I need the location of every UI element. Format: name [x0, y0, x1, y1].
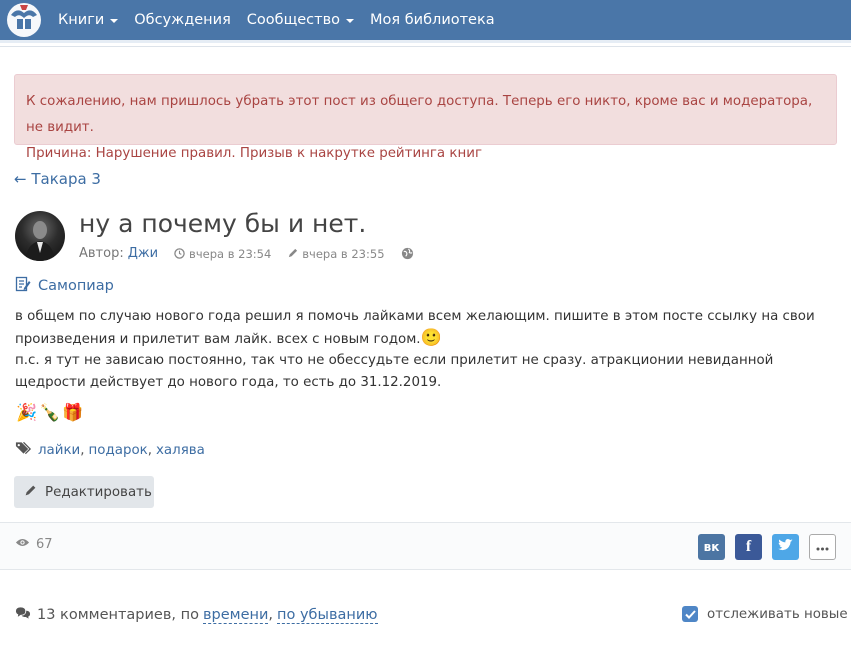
caret-down-icon	[110, 19, 119, 23]
eye-icon	[15, 537, 30, 552]
pencil-icon	[24, 484, 37, 501]
follow-label: отслеживать новые	[707, 606, 848, 622]
champagne-emoji: 🍾	[39, 403, 61, 423]
share-more-button[interactable]	[809, 534, 836, 560]
sort-order-link[interactable]: по убыванию	[277, 607, 378, 624]
more-icon	[816, 539, 829, 555]
post-footer: 67 вк f	[0, 522, 851, 570]
moderation-alert: К сожалению, нам пришлось убрать этот по…	[14, 74, 837, 161]
globe-icon	[401, 247, 414, 260]
edited-time: вчера в 23:55	[302, 246, 385, 261]
site-logo[interactable]	[4, 1, 44, 39]
tag-separator: ,	[147, 442, 152, 458]
tags-icon	[15, 441, 32, 459]
nav-community[interactable]: Сообщество	[246, 12, 355, 28]
pencil-icon	[287, 248, 298, 259]
nav-discussions[interactable]: Обсуждения	[134, 12, 231, 28]
alert-reason: Причина: Нарушение правил. Призыв к накр…	[26, 146, 482, 161]
comments-header: 13 комментариев, по времени, по убыванию	[15, 606, 378, 624]
twitter-icon	[778, 539, 793, 555]
sort-by-time-link[interactable]: времени	[202, 607, 269, 624]
author-link[interactable]: Джи	[128, 246, 158, 261]
caret-down-icon	[346, 19, 355, 23]
party-popper-emoji: 🎉	[16, 403, 38, 423]
gift-emoji: 🎁	[62, 403, 84, 423]
follow-checkbox[interactable]	[682, 606, 698, 622]
follow-comments[interactable]: отслеживать новые	[682, 606, 848, 622]
sort-separator: ,	[268, 607, 274, 623]
tag-link[interactable]: халява	[156, 443, 205, 458]
category-link[interactable]: Самопиар	[15, 276, 114, 296]
comments-icon	[15, 606, 31, 624]
avatar[interactable]	[15, 211, 65, 261]
document-edit-icon	[15, 276, 31, 296]
tag-list: лайки, подарок, халява	[15, 441, 205, 459]
clock-icon	[174, 248, 185, 259]
post-title: ну а почему бы и нет.	[79, 209, 367, 238]
view-count: 67	[36, 537, 53, 552]
post-body-line2: п.с. я тут не зависаю постоянно, так что…	[15, 353, 774, 390]
share-vk-button[interactable]: вк	[698, 534, 725, 560]
created-time: вчера в 23:54	[189, 246, 272, 261]
smile-emoji: 🙂	[420, 327, 442, 348]
view-counter: 67	[15, 537, 53, 552]
nav-books-label: Книги	[58, 12, 105, 28]
nav-books[interactable]: Книги	[58, 12, 119, 28]
tag-separator: ,	[80, 442, 85, 458]
share-twitter-button[interactable]	[772, 534, 799, 560]
share-facebook-button[interactable]: f	[735, 534, 762, 560]
back-link[interactable]: ← Такара 3	[14, 170, 101, 188]
navbar: Книги Обсуждения Сообщество Моя библиоте…	[0, 0, 851, 43]
nav-community-label: Сообщество	[246, 12, 341, 28]
alert-message: К сожалению, нам пришлось убрать этот по…	[26, 94, 813, 135]
nav-my-library-label: Моя библиотека	[370, 12, 495, 28]
post-body: в общем по случаю нового года решил я по…	[15, 306, 825, 393]
edit-button[interactable]: Редактировать	[14, 476, 154, 508]
nav-my-library[interactable]: Моя библиотека	[370, 12, 495, 28]
post-body-line1: в общем по случаю нового года решил я по…	[15, 309, 815, 347]
edit-button-label: Редактировать	[45, 484, 152, 500]
post-meta: Автор: Джи вчера в 23:54 вчера в 23:55	[79, 246, 414, 261]
nav-discussions-label: Обсуждения	[134, 12, 231, 28]
facebook-icon: f	[745, 538, 752, 555]
emoji-row: 🎉 🍾 🎁	[16, 403, 84, 423]
tag-link[interactable]: подарок	[89, 443, 148, 458]
comments-count: 13 комментариев, по	[37, 607, 199, 623]
category-label: Самопиар	[38, 278, 114, 294]
vk-icon: вк	[703, 540, 720, 554]
author-prefix: Автор:	[79, 246, 124, 261]
tag-link[interactable]: лайки	[38, 443, 80, 458]
